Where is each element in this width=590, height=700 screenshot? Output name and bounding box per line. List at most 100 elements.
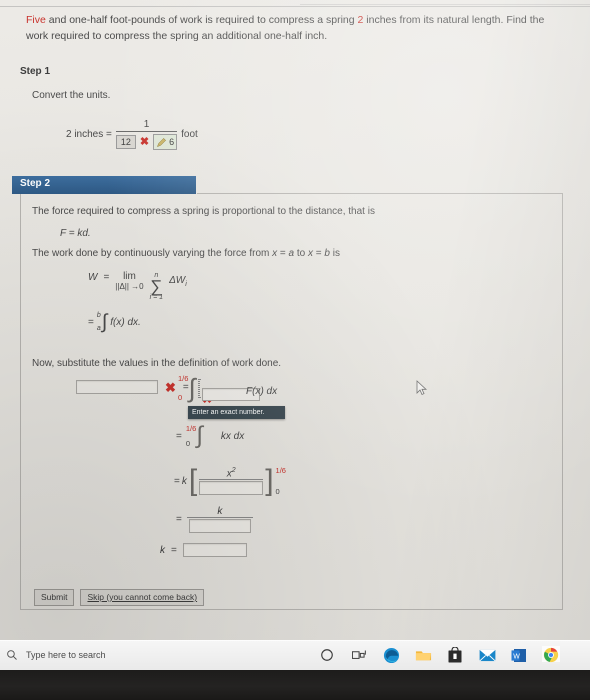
- summation-term: ΔWi: [169, 275, 187, 288]
- bracket-open: [: [188, 464, 198, 497]
- taskbar-search[interactable]: Type here to search: [0, 640, 300, 670]
- equals-sign-6: =: [176, 514, 182, 525]
- microsoft-store-icon[interactable]: [446, 646, 464, 664]
- limit-label: lim: [123, 271, 136, 282]
- step-1-instruction: Convert the units.: [32, 90, 111, 101]
- sigma-glyph: ∑: [150, 277, 163, 296]
- k-fraction-bar: [186, 517, 253, 518]
- k-solution-row: k =: [160, 543, 247, 557]
- submit-button[interactable]: Submit: [34, 589, 75, 606]
- focused-integral-group: 1/6 0 ∫ ✖: [178, 374, 260, 405]
- line2-part-a: The work done by continuously varying th…: [32, 248, 273, 259]
- summation-symbol: n ∑ i = 1: [150, 272, 163, 301]
- k-coefficient: k: [181, 475, 187, 487]
- line2-eq1: =: [277, 248, 289, 259]
- integral-sign-focused: ∫: [188, 373, 196, 403]
- substitute-instruction: Now, substitute the values in the defini…: [32, 358, 282, 369]
- integral-sign: ∫: [101, 311, 108, 333]
- screen-photo-area: Five and one-half foot-pounds of work is…: [0, 0, 590, 640]
- antiderivative-fraction-bar: [199, 479, 264, 481]
- integral-sign-kx: ∫: [196, 422, 203, 449]
- step-1-lhs: 2 inches =: [66, 129, 112, 140]
- google-chrome-icon[interactable]: [542, 646, 560, 664]
- page-top-rule: [0, 6, 590, 7]
- k-label: k: [160, 544, 165, 556]
- mouse-cursor-icon: [416, 380, 428, 396]
- focus-integral-tail: F(x) dx: [246, 386, 278, 397]
- integral-with-input: 1/6 0 ∫: [178, 374, 196, 402]
- step-1-unit: foot: [181, 129, 198, 140]
- work-integral-formula: = b a ∫ f(x) dx.: [88, 312, 141, 332]
- search-placeholder-text: Type here to search: [26, 650, 106, 660]
- equals-sign-2: =: [88, 316, 94, 328]
- mail-icon[interactable]: [478, 646, 496, 664]
- correct-answer-reveal: 6: [153, 134, 178, 150]
- line2-is: is: [329, 248, 340, 259]
- file-explorer-icon[interactable]: [414, 646, 432, 664]
- page-top-rule-secondary: [300, 4, 590, 5]
- summation-lower-limit: i = 1: [149, 294, 164, 301]
- antiderivative-numerator: x2: [227, 467, 236, 479]
- work-symbol: W: [88, 272, 98, 283]
- skip-button[interactable]: Skip (you cannot come back): [80, 589, 205, 606]
- bracket-evaluation-limits: 1/6 0: [276, 466, 286, 496]
- task-view-icon[interactable]: [350, 646, 368, 664]
- kx-integral: 1/6 0 ∫: [186, 422, 203, 449]
- k-value-input[interactable]: [182, 543, 247, 557]
- active-field-wrapper: [197, 379, 260, 401]
- bracket-close: ]: [265, 464, 274, 497]
- step-1-title: Step 1: [20, 66, 51, 77]
- validation-tooltip: Enter an exact number.: [188, 406, 285, 419]
- integrand: f(x) dx.: [110, 316, 141, 328]
- x-exponent: 2: [231, 466, 236, 474]
- work-limit-formula: W = lim ||Δ|| →0 n ∑ i = 1 ΔWi: [88, 271, 187, 301]
- problem-text-a: and one-half foot-pounds of work is requ…: [45, 14, 358, 26]
- microsoft-edge-icon[interactable]: [382, 646, 400, 664]
- antiderivative-denominator-input[interactable]: [199, 481, 264, 496]
- k-fraction-numerator: k: [217, 506, 223, 517]
- svg-text:W: W: [513, 653, 520, 660]
- equals-sign-7: =: [171, 544, 177, 556]
- action-button-row: Submit Skip (you cannot come back): [34, 589, 205, 606]
- limit-expression: lim ||Δ|| →0: [115, 271, 144, 291]
- incorrect-x-icon: ✖: [139, 135, 150, 148]
- problem-lead-word: Five: [26, 14, 46, 26]
- correct-answer-value: 6: [169, 137, 175, 147]
- k-fraction-denominator-input[interactable]: [188, 519, 251, 533]
- line2-to: to: [294, 248, 308, 259]
- equals-sign-5: =: [174, 475, 180, 487]
- cortana-icon[interactable]: [318, 646, 336, 664]
- conversion-denominator: 12 ✖ 6: [115, 132, 178, 150]
- monitor-bezel: [0, 670, 590, 700]
- limit-subscript: ||Δ|| →0: [115, 281, 144, 291]
- incorrect-x-icon-1: ✖: [165, 379, 176, 395]
- force-formula: F = kd.: [60, 228, 91, 239]
- k-fraction: k: [186, 506, 253, 533]
- antiderivative-fraction: x2: [199, 467, 264, 496]
- step-2-line-2: The work done by continuously varying th…: [32, 248, 340, 259]
- kx-integral-row: = 1/6 0 ∫ kx dx: [176, 422, 244, 449]
- integral-limits: b a: [97, 312, 101, 332]
- conversion-fraction: 1 12 ✖ 6: [115, 119, 178, 150]
- antiderivative-row: = k [ x2 ] 1/6 0: [174, 464, 286, 497]
- kx-lower-limit: 0: [185, 439, 191, 448]
- step-1-conversion-equation: 2 inches = 1 12 ✖ 6 foot: [66, 119, 198, 150]
- denominator-input[interactable]: 12: [115, 135, 136, 149]
- active-field-outline: [197, 379, 260, 401]
- kx-upper-limit: 1/6: [185, 424, 197, 433]
- integral-upper-limit: b: [96, 312, 101, 319]
- delta-w-subscript: i: [185, 281, 187, 288]
- answer-row-1: ✖ =: [76, 380, 189, 394]
- step-2-banner: Step 2: [12, 176, 196, 194]
- windows-taskbar: Type here to search W: [0, 640, 590, 670]
- step-2-line-1: The force required to compress a spring …: [32, 206, 375, 217]
- k-over-box-row: = k: [176, 506, 253, 533]
- delta-w: ΔW: [169, 275, 186, 286]
- office-word-icon[interactable]: W: [510, 646, 528, 664]
- kx-integral-limits: 1/6 0: [186, 424, 196, 448]
- bracket-lower-limit: 0: [275, 487, 280, 496]
- focus-upper-limit: 1/6: [178, 374, 189, 383]
- conversion-numerator: 1: [143, 119, 150, 130]
- work-answer-input[interactable]: [76, 380, 158, 394]
- pencil-icon: [157, 137, 167, 147]
